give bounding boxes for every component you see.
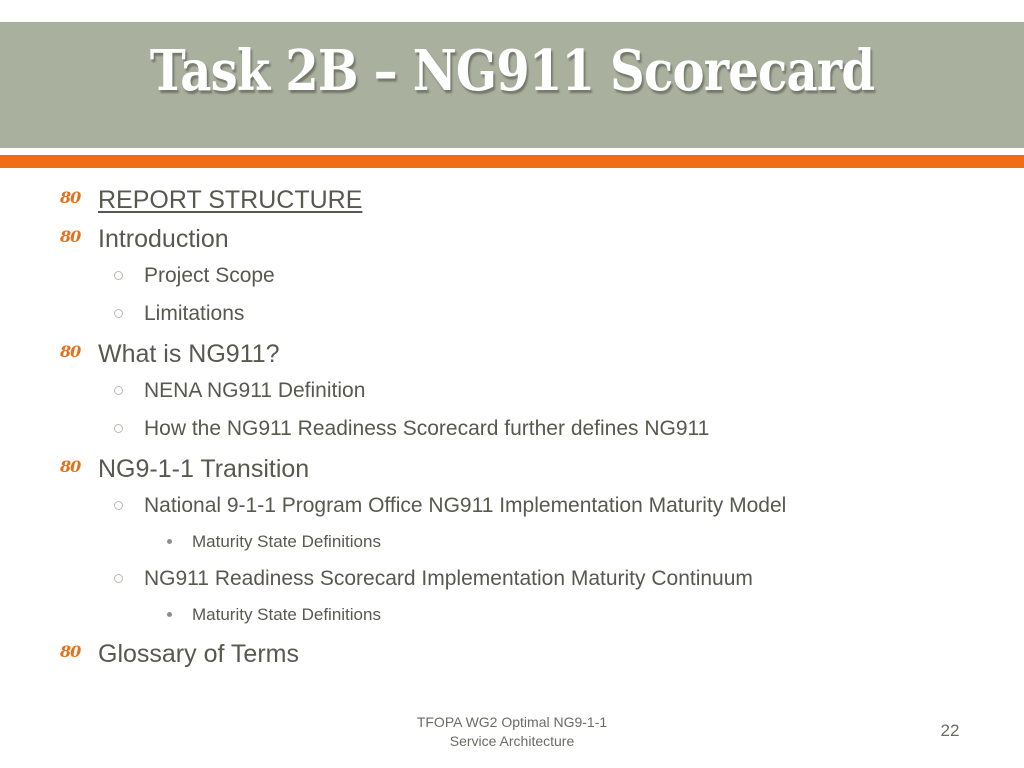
outline-list: 80 REPORT STRUCTURE 80 Introduction Proj… [0,182,1024,675]
wingding-bullet-icon: 80 [60,342,81,361]
list-item-label: How the NG911 Readiness Scorecard furthe… [144,417,710,440]
list-item-label: NG9-1-1 Transition [98,455,310,483]
wingding-bullet-icon: 80 [60,457,81,476]
list-item-label: Introduction [98,225,229,253]
list-item-label: What is NG911? [98,340,280,368]
list-item: NG911 Readiness Scorecard Implementation… [0,563,1024,601]
footer-line-1: TFOPA WG2 Optimal NG9-1-1 [416,714,608,730]
list-item-label: Limitations [144,302,245,325]
list-item: 80 Glossary of Terms [0,636,1024,675]
dot-bullet-icon [167,612,172,617]
list-item: National 9-1-1 Program Office NG911 Impl… [0,490,1024,528]
hollow-circle-bullet-icon [114,424,123,433]
footer-line-2: Service Architecture [449,733,575,749]
page-number: 22 [940,721,960,740]
accent-divider [0,155,1024,168]
list-item: Project Scope [0,260,1024,298]
list-item: NENA NG911 Definition [0,375,1024,413]
list-item-label: NG911 Readiness Scorecard Implementation… [144,567,753,590]
list-item: Maturity State Definitions [0,528,1024,563]
list-item: 80 Introduction [0,221,1024,260]
slide: Task 2B – NG911 Scorecard 80 REPORT STRU… [0,0,1024,768]
list-item: How the NG911 Readiness Scorecard furthe… [0,413,1024,451]
list-item-label: Maturity State Definitions [192,605,381,624]
footer-note: TFOPA WG2 Optimal NG9-1-1 Service Archit… [312,713,712,751]
list-item-label: Maturity State Definitions [192,532,381,551]
list-item: 80 REPORT STRUCTURE [0,182,1024,221]
hollow-circle-bullet-icon [114,501,123,510]
hollow-circle-bullet-icon [114,309,123,318]
hollow-circle-bullet-icon [114,574,123,583]
list-item: Maturity State Definitions [0,601,1024,636]
list-item: Limitations [0,298,1024,336]
list-item-label: REPORT STRUCTURE [98,186,363,214]
page-title: Task 2B – NG911 Scorecard [149,38,875,104]
list-item-label: Project Scope [144,264,275,287]
list-item: 80 NG9-1-1 Transition [0,451,1024,490]
list-item: 80 What is NG911? [0,336,1024,375]
list-item-label: NENA NG911 Definition [144,379,366,402]
dot-bullet-icon [167,539,172,544]
wingding-bullet-icon: 80 [60,642,81,661]
hollow-circle-bullet-icon [114,271,123,280]
list-item-label: National 9-1-1 Program Office NG911 Impl… [144,494,787,517]
wingding-bullet-icon: 80 [60,227,81,246]
hollow-circle-bullet-icon [114,386,123,395]
wingding-bullet-icon: 80 [60,188,81,207]
list-item-label: Glossary of Terms [98,640,299,668]
